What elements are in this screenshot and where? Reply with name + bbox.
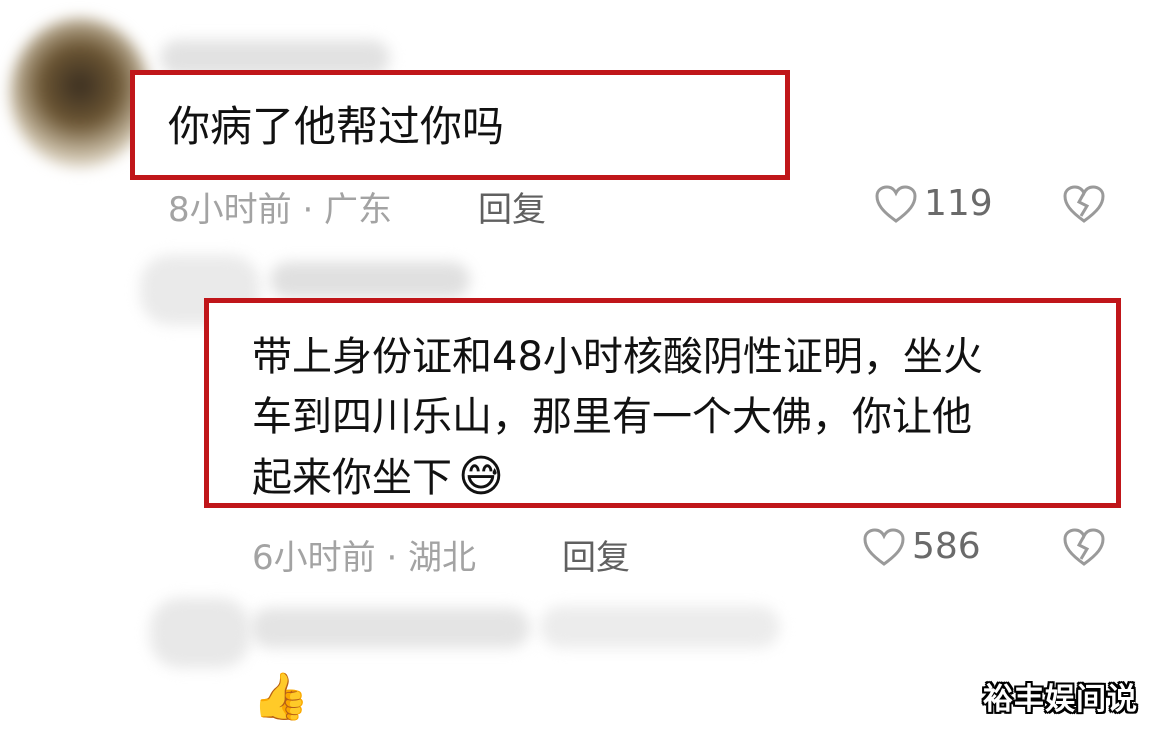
comment-2-text-line-3-text: 起来你坐下 bbox=[252, 455, 452, 501]
comment-1-time-location: 8小时前 · 广东 bbox=[168, 190, 393, 230]
comment-1-reply-button[interactable]: 回复 bbox=[478, 182, 546, 231]
comment-1-like-count: 119 bbox=[924, 183, 993, 224]
thumbs-up-emoji-icon: 👍 bbox=[252, 669, 310, 723]
broken-heart-icon[interactable] bbox=[1062, 527, 1106, 567]
grinning-sweat-emoji-icon: 😅 bbox=[458, 451, 504, 502]
heart-outline-icon[interactable] bbox=[862, 527, 906, 567]
avatar-blurred[interactable] bbox=[150, 598, 250, 668]
avatar-blurred[interactable] bbox=[10, 18, 150, 168]
username-blurred[interactable] bbox=[250, 608, 530, 648]
comment-3-text-blurred bbox=[540, 606, 780, 648]
username-blurred[interactable] bbox=[270, 262, 470, 298]
comment-2-text-line-1: 带上身份证和48小时核酸阴性证明，坐火 bbox=[252, 334, 983, 380]
broken-heart-icon[interactable] bbox=[1062, 184, 1106, 224]
comment-2-reply-button[interactable]: 回复 bbox=[562, 530, 630, 579]
comment-2-time-location: 6小时前 · 湖北 bbox=[252, 538, 477, 578]
comment-1-text: 你病了他帮过你吗 bbox=[168, 102, 505, 151]
comment-2-text-line-2: 车到四川乐山，那里有一个大佛，你让他 bbox=[252, 394, 972, 440]
comment-2-text-line-3: 起来你坐下 😅 bbox=[252, 450, 504, 505]
heart-outline-icon[interactable] bbox=[874, 184, 918, 224]
comment-2-like-count: 586 bbox=[912, 526, 981, 567]
watermark: 裕丰娱间说 bbox=[983, 682, 1138, 717]
